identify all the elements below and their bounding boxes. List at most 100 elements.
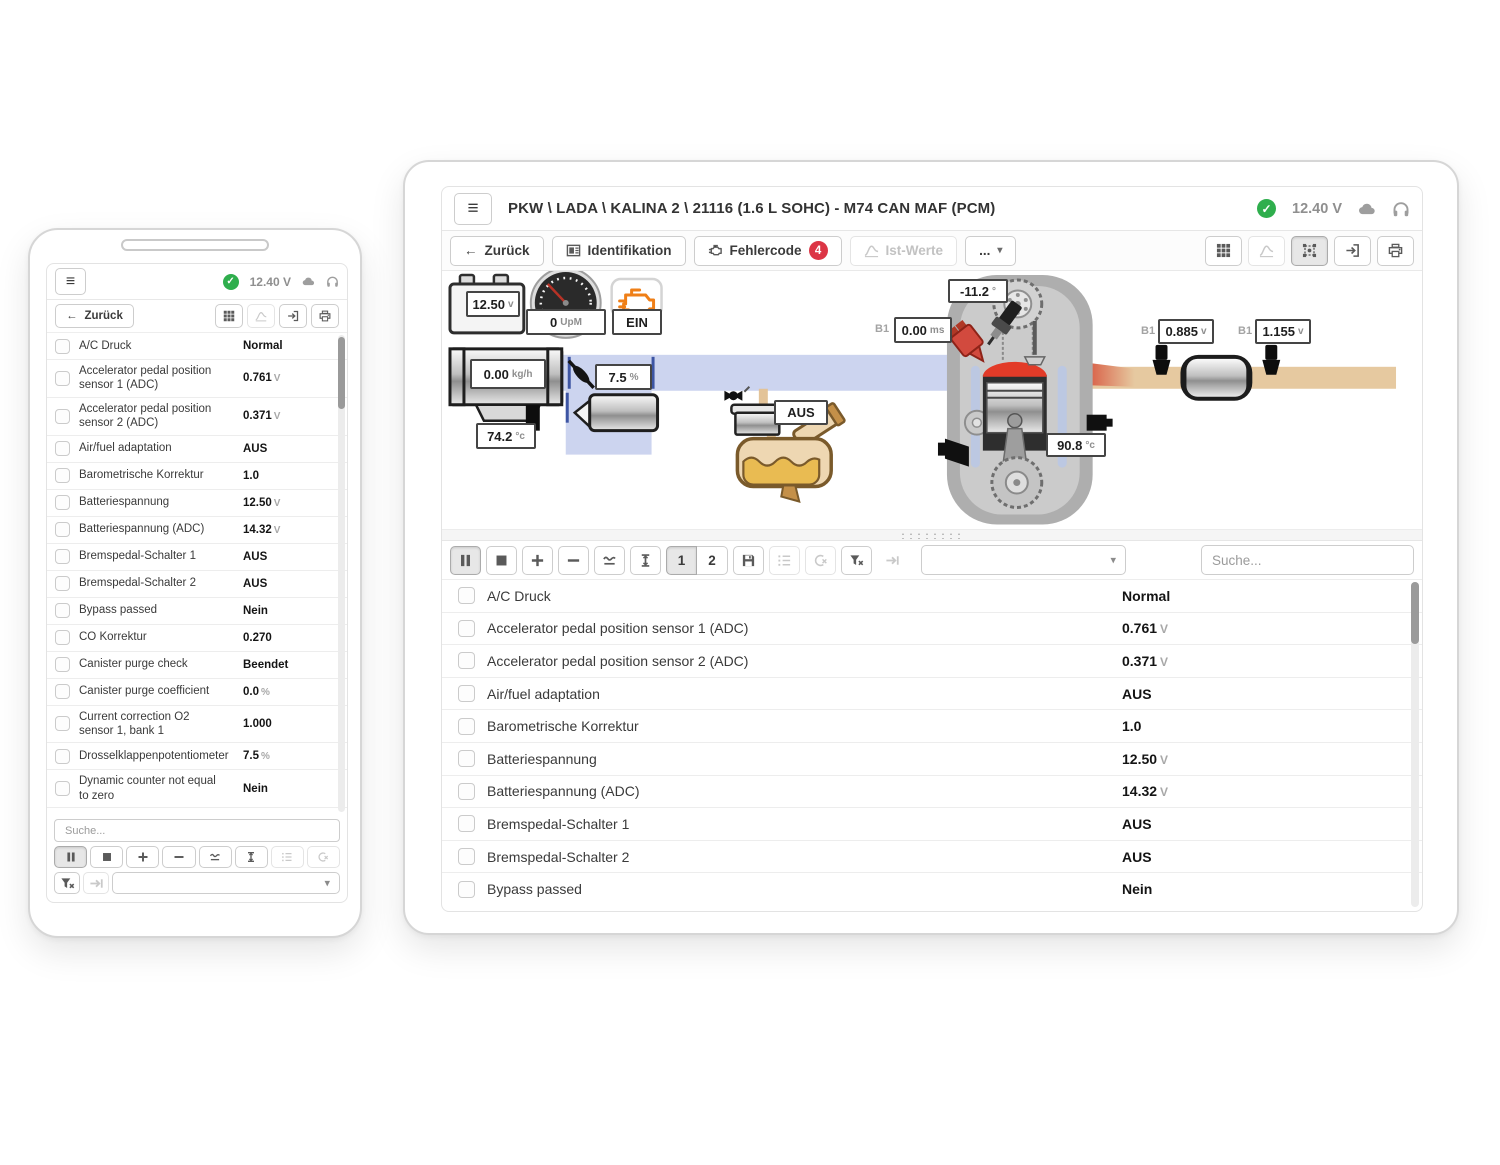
pause-button[interactable] (54, 846, 88, 868)
add-button[interactable] (522, 545, 553, 575)
grid-view-button[interactable] (1205, 235, 1242, 266)
chart-view-button[interactable] (247, 304, 275, 328)
list-item[interactable]: Bypass passed Nein (47, 598, 347, 625)
goto-button[interactable] (83, 872, 109, 894)
row-checkbox[interactable] (55, 370, 70, 386)
row-checkbox[interactable] (55, 576, 70, 591)
list-item[interactable]: Accelerator pedal position sensor 1 (ADC… (47, 360, 347, 398)
print-button[interactable] (311, 304, 339, 328)
add-button[interactable] (126, 846, 160, 868)
row-checkbox[interactable] (458, 717, 475, 735)
list-item[interactable]: Current correction O2 sensor 1, bank 1 1… (47, 706, 347, 744)
group-dropdown[interactable]: ▾ (921, 545, 1126, 575)
table-row[interactable]: Batteriespannung 12.50 V (442, 741, 1422, 775)
row-checkbox[interactable] (458, 815, 475, 833)
table-row[interactable]: Bremspedal-Schalter 2 AUS (442, 839, 1422, 873)
fault-codes-button[interactable]: Fehlercode 4 (693, 235, 842, 266)
smoothing-button[interactable] (594, 545, 625, 575)
row-checkbox[interactable] (458, 750, 475, 768)
chart-view-button[interactable] (1248, 235, 1285, 266)
search-input[interactable] (1201, 545, 1414, 575)
page-1-button[interactable]: 1 (666, 545, 697, 575)
more-button[interactable]: ... ▾ (965, 235, 1017, 266)
remove-button[interactable] (558, 545, 589, 575)
export-button[interactable] (279, 304, 307, 328)
list-item[interactable]: Einspritzzeit, Bank 1 0.00ms (47, 808, 347, 814)
stop-button[interactable] (486, 545, 517, 575)
smoothing-button[interactable] (198, 846, 232, 868)
list-item[interactable]: Dynamic counter not equal to zero Nein (47, 770, 347, 808)
grid-view-button[interactable] (215, 304, 243, 328)
export-button[interactable] (1334, 235, 1371, 266)
list-item[interactable]: Batteriespannung 12.50 V (47, 490, 347, 517)
row-checkbox[interactable] (55, 468, 70, 483)
filter-reset-button[interactable] (841, 545, 872, 575)
back-button[interactable]: ← Zurück (55, 304, 134, 328)
table-scrollbar-thumb[interactable] (1411, 582, 1419, 644)
list-item[interactable]: Bremspedal-Schalter 1 AUS (47, 544, 347, 571)
clear-selection-button[interactable] (306, 846, 340, 868)
menu-button[interactable]: ≡ (55, 268, 86, 295)
table-row[interactable]: Air/fuel adaptation AUS (442, 676, 1422, 710)
row-checkbox[interactable] (55, 781, 70, 797)
clear-selection-button[interactable] (805, 545, 836, 575)
list-item[interactable]: Canister purge check Beendet (47, 652, 347, 679)
row-checkbox[interactable] (458, 652, 475, 670)
row-checkbox[interactable] (458, 880, 475, 898)
row-checkbox[interactable] (458, 587, 475, 605)
print-button[interactable] (1377, 235, 1414, 266)
row-checkbox[interactable] (55, 522, 70, 537)
filter-reset-button[interactable] (54, 872, 80, 894)
pane-splitter[interactable] (442, 529, 1422, 541)
table-row[interactable]: Bremspedal-Schalter 1 AUS (442, 807, 1422, 840)
save-button[interactable] (733, 545, 764, 575)
menu-button[interactable]: ≡ (454, 192, 492, 225)
search-input[interactable] (54, 819, 340, 842)
row-checkbox[interactable] (55, 338, 70, 354)
table-row[interactable]: Barometrische Korrektur 1.0 (442, 709, 1422, 742)
list-item[interactable]: Bremspedal-Schalter 2 AUS (47, 571, 347, 598)
live-values-button[interactable]: Ist-Werte (849, 235, 958, 266)
row-checkbox[interactable] (458, 782, 475, 800)
list-item[interactable]: Canister purge coefficient 0.0% (47, 679, 347, 706)
page-2-button[interactable]: 2 (697, 545, 728, 575)
row-checkbox[interactable] (55, 408, 70, 424)
group-dropdown[interactable]: ▾ (112, 872, 340, 894)
row-checkbox[interactable] (55, 748, 70, 764)
row-checkbox[interactable] (55, 630, 70, 645)
row-checkbox[interactable] (55, 441, 70, 456)
list-item[interactable]: Accelerator pedal position sensor 2 (ADC… (47, 398, 347, 436)
row-checkbox[interactable] (55, 549, 70, 564)
diagram-view-button[interactable] (1291, 235, 1328, 266)
minmax-button[interactable] (630, 545, 661, 575)
table-row[interactable]: Accelerator pedal position sensor 2 (ADC… (442, 644, 1422, 677)
row-checkbox[interactable] (458, 619, 475, 637)
row-checkbox[interactable] (55, 813, 70, 814)
row-checkbox[interactable] (55, 684, 70, 699)
identification-button[interactable]: Identifikation (551, 235, 686, 266)
row-checkbox[interactable] (55, 603, 70, 618)
pause-button[interactable] (450, 545, 481, 575)
list-item[interactable]: Air/fuel adaptation AUS (47, 436, 347, 463)
row-checkbox[interactable] (458, 848, 475, 866)
row-checkbox[interactable] (55, 657, 70, 672)
list-scrollbar-thumb[interactable] (338, 337, 345, 409)
stop-button[interactable] (90, 846, 124, 868)
table-row[interactable]: A/C Druck Normal (442, 579, 1422, 612)
select-list-button[interactable] (270, 846, 304, 868)
table-row[interactable]: Accelerator pedal position sensor 1 (ADC… (442, 611, 1422, 645)
row-checkbox[interactable] (458, 685, 475, 703)
row-checkbox[interactable] (55, 495, 70, 510)
back-button[interactable]: ← Zurück (450, 235, 544, 266)
table-row[interactable]: Batteriespannung (ADC) 14.32 V (442, 774, 1422, 808)
select-list-button[interactable] (769, 545, 800, 575)
list-item[interactable]: CO Korrektur 0.270 (47, 625, 347, 652)
row-checkbox[interactable] (55, 716, 70, 732)
list-item[interactable]: A/C Druck Normal (47, 333, 347, 360)
list-item[interactable]: Batteriespannung (ADC) 14.32 V (47, 517, 347, 544)
list-item[interactable]: Barometrische Korrektur 1.0 (47, 463, 347, 490)
table-row[interactable]: Bypass passed Nein (442, 872, 1422, 905)
goto-button[interactable] (877, 545, 908, 575)
remove-button[interactable] (162, 846, 196, 868)
splitter-grip-icon[interactable] (899, 531, 965, 539)
